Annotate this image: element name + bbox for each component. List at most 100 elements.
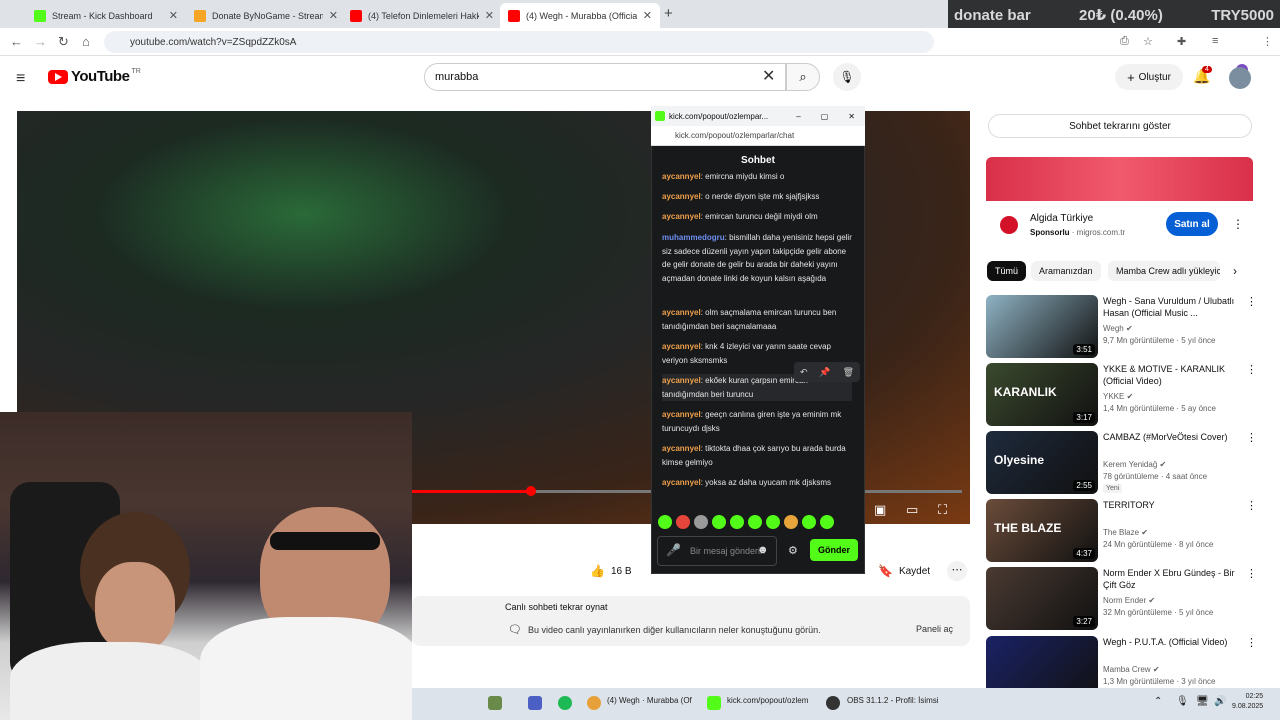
search-button[interactable]: ⌕ [786, 63, 820, 91]
video-title[interactable]: YKKE & MOTIVE - KARANLIK (Official Video… [1103, 363, 1243, 387]
search-input[interactable]: murabba [424, 63, 786, 91]
app-icon[interactable] [488, 696, 502, 710]
chat-username[interactable]: aycannyel [662, 410, 701, 419]
send-button[interactable]: Gönder [810, 539, 858, 561]
reload-icon[interactable]: ↻ [58, 34, 69, 50]
chat-username[interactable]: aycannyel [662, 478, 701, 487]
maximize-icon[interactable]: ▢ [821, 112, 829, 121]
chat-username[interactable]: aycannyel [662, 172, 701, 181]
channel-name[interactable]: The Blaze ✔ [1103, 528, 1148, 537]
emoji-icon[interactable]: ☻ [757, 544, 769, 556]
chip-all[interactable]: Tümü [987, 261, 1027, 281]
tray-network-icon[interactable]: 🖥 [1196, 696, 1209, 707]
account-avatar[interactable] [1229, 67, 1251, 89]
more-options-icon[interactable]: ⋮ [1246, 363, 1257, 376]
show-chat-replay-button[interactable]: Sohbet tekrarını göster [988, 114, 1252, 138]
close-tab-icon[interactable]: ✕ [485, 9, 494, 22]
close-icon[interactable]: ✕ [848, 112, 855, 121]
recommended-video[interactable]: 3:51 Wegh - Sana Vuruldum / Ulubatlı Hasa… [986, 295, 1257, 359]
youtube-logo[interactable]: YouTube TR [48, 68, 141, 85]
like-button[interactable]: 👍 16 B [590, 560, 640, 582]
emote-icon[interactable] [820, 515, 834, 529]
minimize-icon[interactable]: – [796, 112, 800, 121]
emote-icon[interactable] [658, 515, 672, 529]
video-thumbnail[interactable]: 3:51 [986, 295, 1098, 358]
chat-username[interactable]: aycannyel [662, 444, 701, 453]
emote-icon[interactable] [748, 515, 762, 529]
delete-icon[interactable]: 🗑 [843, 367, 854, 378]
chat-message[interactable]: aycannyel: geeçn canlına giren işte ya e… [662, 408, 852, 435]
fullscreen-icon[interactable]: ⛶ [938, 502, 947, 518]
theater-mode-icon[interactable]: ▭ [906, 502, 918, 518]
close-tab-icon[interactable]: ✕ [643, 9, 652, 22]
video-title[interactable]: Wegh - P.U.T.A. (Official Video) [1103, 636, 1243, 648]
chrome-icon[interactable] [587, 696, 601, 710]
emote-icon[interactable] [712, 515, 726, 529]
ad-more-icon[interactable]: ⋮ [1232, 217, 1244, 231]
forward-icon[interactable]: → [34, 34, 47, 49]
video-title[interactable]: Wegh - Sana Vuruldum / Ulubatlı Hasan (O… [1103, 295, 1243, 319]
video-title[interactable]: TERRITORY [1103, 499, 1243, 511]
extensions-icon[interactable]: ✚ [1177, 35, 1186, 48]
progress-scrubber[interactable] [526, 486, 536, 496]
emote-icon[interactable] [802, 515, 816, 529]
chat-message[interactable]: aycannyel: o nerde diyom işte mk sjajfjs… [662, 190, 852, 204]
chat-username[interactable]: aycannyel [662, 192, 701, 201]
playlist-icon[interactable]: ≡ [1212, 35, 1218, 47]
more-options-icon[interactable]: ⋮ [1246, 636, 1257, 649]
open-panel-button[interactable]: Paneli aç [916, 624, 953, 634]
more-options-icon[interactable]: ⋮ [1246, 567, 1257, 580]
chat-username[interactable]: aycannyel [662, 308, 701, 317]
bookmark-star-icon[interactable]: ☆ [1143, 35, 1153, 48]
channel-name[interactable]: Wegh ✔ [1103, 324, 1133, 333]
reply-icon[interactable]: ↶ [800, 367, 808, 378]
recommended-video[interactable]: THE BLAZE 4:37 TERRITORY The Blaze ✔ 24 Mn g… [986, 499, 1257, 563]
close-tab-icon[interactable]: ✕ [169, 9, 178, 22]
taskbar-item-obs[interactable]: OBS 31.1.2 - Profil: İsimsi [847, 696, 939, 705]
chevron-right-icon[interactable]: › [1233, 264, 1237, 278]
microphone-icon[interactable]: 🎤 [666, 543, 681, 559]
tray-volume-icon[interactable]: 🔊 [1214, 696, 1226, 707]
chat-message[interactable]: aycannyel: emircna miydu kimsi o [662, 170, 852, 184]
channel-name[interactable]: Mamba Crew ✔ [1103, 665, 1160, 674]
chat-username[interactable]: muhammedogru [662, 233, 725, 242]
tray-mic-icon[interactable]: 🎙 [1176, 696, 1189, 707]
pin-icon[interactable]: 📌 [819, 367, 830, 378]
browser-tab[interactable]: Donate ByNoGame - Streamer ✕ [186, 3, 346, 28]
gear-icon[interactable]: ⚙ [788, 544, 798, 557]
create-button[interactable]: + Oluştur [1115, 64, 1183, 90]
spotify-icon[interactable] [558, 696, 572, 710]
video-thumbnail[interactable]: 3:27 [986, 567, 1098, 630]
hamburger-menu-icon[interactable]: ≡ [16, 70, 25, 88]
browser-tab[interactable]: Stream - Kick Dashboard ✕ [26, 3, 186, 28]
system-clock[interactable]: 02:25 9.08.2025 [1232, 692, 1263, 712]
voice-search-button[interactable]: 🎙 [833, 63, 861, 91]
video-title[interactable]: CAMBAZ (#MorVeÖtesi Cover) [1103, 431, 1243, 443]
more-options-icon[interactable]: ⋮ [1246, 431, 1257, 444]
chip-from-search[interactable]: Aramanızdan [1031, 261, 1101, 281]
chat-username[interactable]: aycannyel [662, 376, 701, 385]
chat-message[interactable]: aycannyel: tiktokta dhaa çok sarıyo bu a… [662, 442, 852, 469]
channel-name[interactable]: YKKE ✔ [1103, 392, 1133, 401]
obs-icon[interactable] [826, 696, 840, 710]
emote-icon[interactable] [676, 515, 690, 529]
emote-icon[interactable] [694, 515, 708, 529]
new-tab-icon[interactable]: + [664, 5, 673, 22]
recommended-video[interactable]: KARANLIK 3:17 YKKE & MOTIVE - KARANLIK (Of… [986, 363, 1257, 427]
chat-message[interactable]: aycannyel: emircan turuncu değil miydi o… [662, 210, 852, 224]
chip-uploader[interactable]: Mamba Crew adlı yükleyiciden [1108, 261, 1220, 281]
channel-name[interactable]: Norm Ender ✔ [1103, 596, 1155, 605]
buy-button[interactable]: Satın al [1166, 212, 1218, 236]
close-tab-icon[interactable]: ✕ [329, 9, 338, 22]
emote-icon[interactable] [730, 515, 744, 529]
emote-icon[interactable] [766, 515, 780, 529]
browser-tab[interactable]: (4) Telefon Dinlemeleri Hakkında ✕ [342, 3, 502, 28]
recommended-video[interactable]: Olyesine 2:55 CAMBAZ (#MorVeÖtesi Cover) Ke… [986, 431, 1257, 495]
more-actions-icon[interactable]: ⋯ [947, 561, 967, 581]
chat-username[interactable]: aycannyel [662, 212, 701, 221]
video-title[interactable]: Norm Ender X Ebru Gündeş - Bir Çift Göz [1103, 567, 1243, 591]
home-icon[interactable]: ⌂ [82, 34, 90, 49]
tray-chevron-icon[interactable]: ⌃ [1154, 696, 1162, 707]
channel-name[interactable]: Kerem Yenidağ ✔ [1103, 460, 1166, 469]
save-button[interactable]: 🔖 Kaydet [878, 560, 938, 582]
